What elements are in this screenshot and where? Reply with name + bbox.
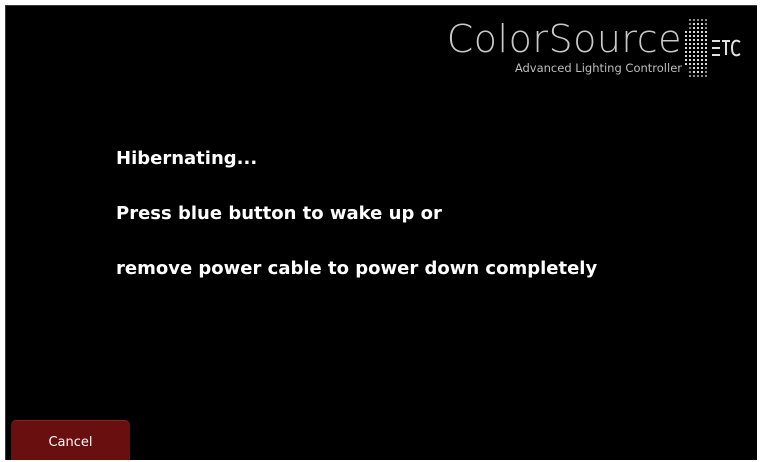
brand-name: ColorSource: [446, 17, 682, 61]
cancel-button[interactable]: Cancel: [11, 420, 130, 460]
status-text: Hibernating...: [116, 148, 258, 169]
brand-tagline: Advanced Lighting Controller: [514, 61, 682, 75]
wake-instruction: Press blue button to wake up or: [116, 203, 442, 224]
hibernate-screen: ColorSource Advanced Lighting Controller: [5, 5, 757, 460]
power-down-instruction: remove power cable to power down complet…: [116, 258, 598, 279]
etc-logo: [685, 19, 741, 77]
brand-header: ColorSource Advanced Lighting Controller: [434, 16, 752, 82]
